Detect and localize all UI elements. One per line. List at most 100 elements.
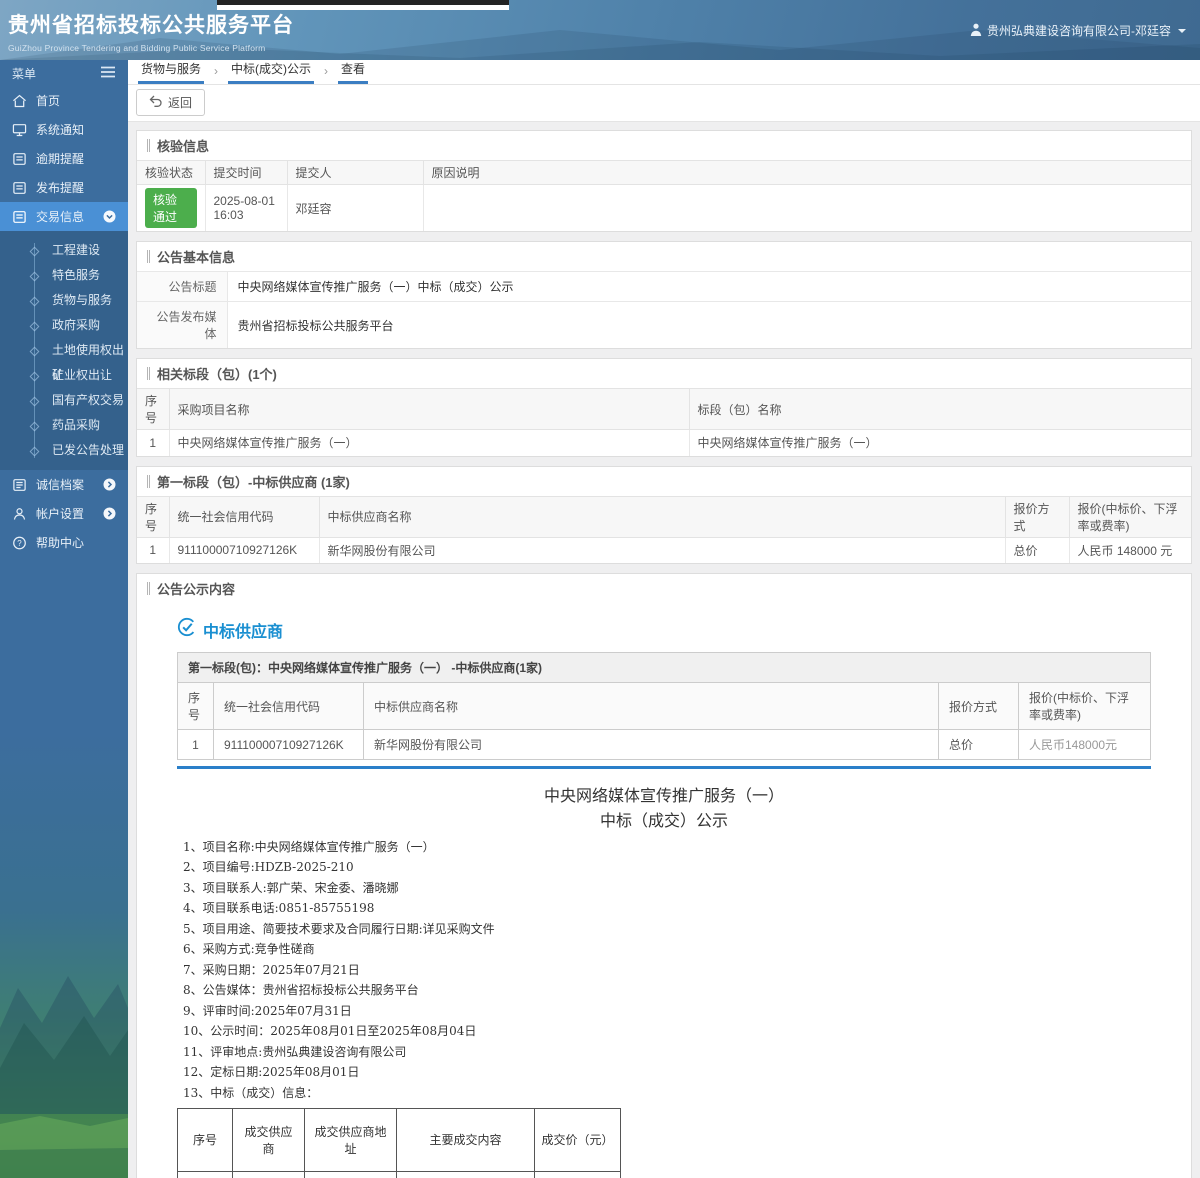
sidebar-item-credit-archive[interactable]: 诚信档案 xyxy=(0,470,128,499)
sidebar-item-home[interactable]: 首页 xyxy=(0,86,128,115)
quote-method-cell: 总价 xyxy=(1004,536,1070,563)
winner-table: 序号 统一社会信用代码 中标供应商名称 报价方式 报价(中标价、下浮率或费率) … xyxy=(137,495,1191,563)
submenu-item-gov-procurement[interactable]: 政府采购 xyxy=(0,313,128,338)
col-header: 提交人 xyxy=(286,160,424,185)
winner-panel: 第一标段（包）-中标供应商 (1家) 序号 统一社会信用代码 中标供应商名称 报… xyxy=(136,465,1192,564)
sidebar-item-label: 交易信息 xyxy=(36,210,85,224)
sidebar-item-system-notice[interactable]: 系统通知 xyxy=(0,115,128,144)
submenu-item-land-use[interactable]: 土地使用权出让 xyxy=(0,338,128,382)
person-icon xyxy=(12,507,27,521)
submitter-cell: 邓廷容 xyxy=(286,184,424,231)
sidebar-item-label: 诚信档案 xyxy=(36,478,85,492)
col-header: 报价(中标价、下浮率或费率) xyxy=(1018,682,1151,730)
doc-paragraph: 11、评审地点:贵州弘典建设咨询有限公司 xyxy=(183,1044,407,1059)
credit-code-cell: 91110000710927126K xyxy=(168,536,320,563)
verify-panel-header: 核验信息 xyxy=(137,131,1191,160)
project-name-cell: 中央网络媒体宣传推广服务（一） xyxy=(168,429,690,456)
doc-title-line1: 中央网络媒体宣传推广服务（一） xyxy=(543,786,784,805)
sidebar-item-overdue-reminder[interactable]: 逾期提醒 xyxy=(0,144,128,173)
supplier-name-cell: 新华网股份有限公司 xyxy=(363,729,939,760)
doc-paragraph: 8、公告媒体：贵州省招标投标公共服务平台 xyxy=(183,983,419,997)
verify-panel-title: 核验信息 xyxy=(157,139,210,154)
question-icon: ? xyxy=(12,536,27,550)
doc-paragraph: 12、定标日期:2025年08月01日 xyxy=(183,1065,360,1079)
basic-info-panel: 公告基本信息 公告标题 中央网络媒体宣传推广服务（一）中标（成交）公示 公告发布… xyxy=(136,241,1192,349)
submenu-item-engineering[interactable]: 工程建设 xyxy=(0,238,128,263)
site-title: 贵州省招标投标公共服务平台 xyxy=(8,14,294,37)
sidebar-item-label: 帐户设置 xyxy=(36,507,85,521)
doc-paragraph: 10、公示时间：2025年08月01日至2025年08月04日 xyxy=(183,1024,477,1038)
col-header: 提交时间 xyxy=(204,160,288,185)
doc-paragraph: 6、采购方式:竞争性磋商 xyxy=(183,942,315,956)
doc-paragraph: 2、项目编号:HDZB-2025-210 xyxy=(183,860,354,874)
caret-down-icon xyxy=(1178,28,1186,33)
sidebar-item-publish-reminder[interactable]: 发布提醒 xyxy=(0,173,128,202)
sidebar-menu-header: 菜单 xyxy=(0,60,128,86)
submenu-item-goods-services[interactable]: 货物与服务 xyxy=(0,288,128,313)
back-button-label: 返回 xyxy=(168,96,193,110)
breadcrumb-separator: › xyxy=(324,64,329,78)
notice-inner-table: 第一标段(包)：中央网络媒体宣传推广服务（一） -中标供应商(1家) 序号 统一… xyxy=(177,652,1151,760)
back-arrow-icon xyxy=(149,95,163,110)
back-button[interactable]: 返回 xyxy=(136,89,206,116)
chevron-right-circle-icon xyxy=(103,478,116,491)
breadcrumb-award-notice[interactable]: 中标(成交)公示 xyxy=(228,60,315,84)
deal-content-cell: 中央网络媒体宣传推广服务（一） xyxy=(396,1170,535,1178)
notice-content-header: 公告公示内容 xyxy=(137,574,1191,603)
doc-paragraph: 1、项目名称:中央网络媒体宣传推广服务（一） xyxy=(183,839,435,854)
monitor-icon xyxy=(12,123,27,137)
col-header: 序号 xyxy=(177,682,214,730)
section-marker xyxy=(147,139,150,152)
winner-panel-title: 第一标段（包）-中标供应商 (1家) xyxy=(157,474,350,490)
notice-title-value: 中央网络媒体宣传推广服务（一）中标（成交）公示 xyxy=(227,271,1191,302)
notice-document: 中央网络媒体宣传推广服务（一） 中标（成交）公示 1、项目名称:中央网络媒体宣传… xyxy=(177,783,1151,1178)
deal-info-table: 序号 成交供应商 成交供应商地址 主要成交内容 成交价（元） 1 新华网股份有限… xyxy=(177,1107,621,1178)
col-header: 中标供应商名称 xyxy=(318,495,1006,538)
table-row: 1 中央网络媒体宣传推广服务（一） 中央网络媒体宣传推广服务（一） xyxy=(137,429,1191,456)
top-artifact-white xyxy=(217,5,509,10)
publish-media-value: 贵州省招标投标公共服务平台 xyxy=(227,301,1191,348)
breadcrumb-goods-services[interactable]: 货物与服务 xyxy=(138,60,205,84)
sidebar-item-label: 发布提醒 xyxy=(36,181,85,195)
col-header: 原因说明 xyxy=(422,160,1191,185)
doc-paragraph: 7、采购日期：2025年07月21日 xyxy=(183,962,360,977)
menu-label: 菜单 xyxy=(12,66,37,81)
submenu-item-drug-procurement[interactable]: 药品采购 xyxy=(0,413,128,438)
submenu-item-mining-rights[interactable]: 矿业权出让 xyxy=(0,363,128,388)
sidebar-item-label: 首页 xyxy=(36,94,61,108)
sidebar-item-account-settings[interactable]: 帐户设置 xyxy=(0,499,128,528)
sidebar-item-help-center[interactable]: ? 帮助中心 xyxy=(0,528,128,557)
quote-method-cell: 总价 xyxy=(938,729,1019,760)
deal-price-cell: 148000.00 xyxy=(534,1170,621,1178)
col-header: 成交供应商地址 xyxy=(304,1107,397,1172)
sidebar-item-label: 帮助中心 xyxy=(36,536,85,550)
table-row: 核验通过 2025-08-01 16:03 邓廷容 xyxy=(137,184,1191,231)
table-row: 1 91110000710927126K 新华网股份有限公司 总价 人民币 14… xyxy=(137,536,1191,563)
seq-cell: 1 xyxy=(137,536,170,563)
user-icon xyxy=(970,23,982,39)
doc-paragraph: 9、评审时间:2025年07月31日 xyxy=(183,1003,352,1018)
col-header: 主要成交内容 xyxy=(396,1107,535,1172)
section-marker xyxy=(147,250,150,263)
sidebar-item-trade-info[interactable]: 交易信息 xyxy=(0,202,128,231)
quote-value-cell: 人民币 148000 元 xyxy=(1068,536,1191,563)
verify-panel: 核验信息 核验状态 提交时间 提交人 原因说明 核验通过 2025-08-01 … xyxy=(136,130,1192,232)
col-header: 序号 xyxy=(177,1107,233,1172)
submenu-item-state-property[interactable]: 国有产权交易 xyxy=(0,388,128,413)
submenu-item-published-notices[interactable]: 已发公告处理 xyxy=(0,438,128,463)
table-row: 公告标题 中央网络媒体宣传推广服务（一）中标（成交）公示 xyxy=(137,271,1191,302)
user-name: 贵州弘典建设咨询有限公司-邓廷容 xyxy=(987,24,1171,38)
related-sections-header: 相关标段（包）(1个) xyxy=(137,359,1191,388)
submit-time-cell: 2025-08-01 16:03 xyxy=(204,184,288,231)
hamburger-icon[interactable] xyxy=(100,66,116,81)
toolbar: 返回 xyxy=(128,85,1200,122)
col-header: 成交价（元） xyxy=(534,1107,621,1172)
col-header: 序号 xyxy=(137,388,170,430)
table-row: 公告发布媒体 贵州省招标投标公共服务平台 xyxy=(137,301,1191,348)
breadcrumb-view[interactable]: 查看 xyxy=(338,60,369,84)
submenu-item-special-services[interactable]: 特色服务 xyxy=(0,263,128,288)
table-row: 1 91110000710927126K 新华网股份有限公司 总价 人民币148… xyxy=(177,729,1151,760)
col-header: 统一社会信用代码 xyxy=(213,682,364,730)
inner-table-caption: 第一标段(包)：中央网络媒体宣传推广服务（一） -中标供应商(1家) xyxy=(177,652,1151,683)
user-menu[interactable]: 贵州弘典建设咨询有限公司-邓廷容 xyxy=(970,22,1186,39)
